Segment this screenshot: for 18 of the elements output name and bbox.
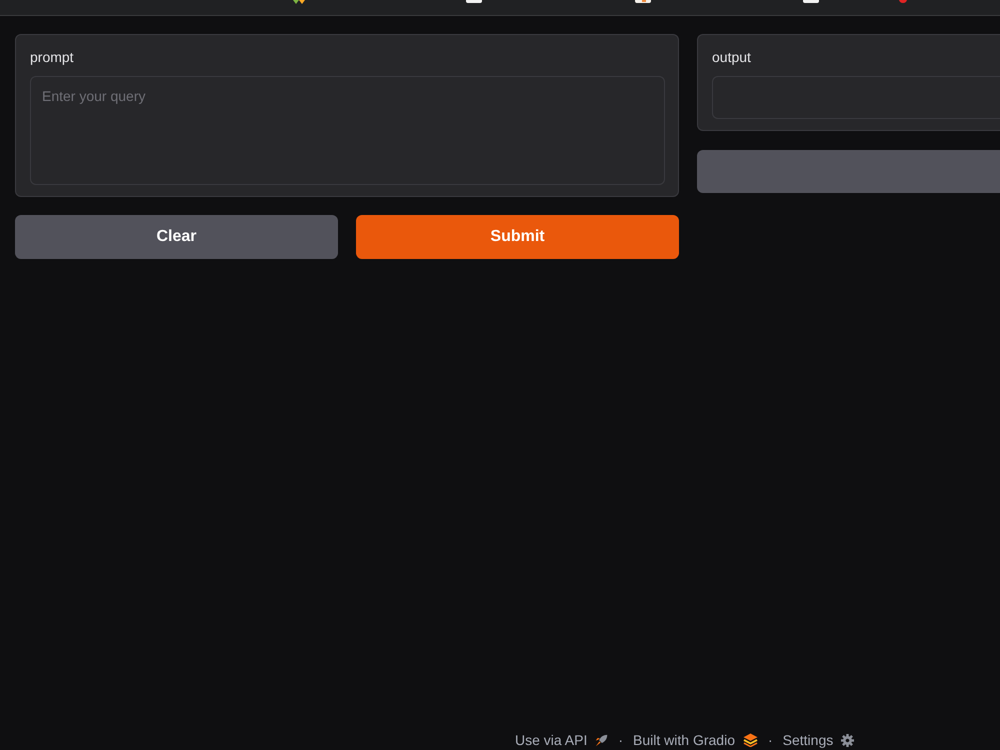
api-link[interactable]: Use via API [515,732,608,748]
field-label: prompt [30,49,74,65]
clear-button[interactable]: Clear [15,215,338,259]
toolbar-icon[interactable] [803,0,819,3]
separator-text: · [768,732,773,748]
gradio-link[interactable]: Built with Gradio [633,732,758,748]
toolbar-icon[interactable] [466,0,482,3]
settings-link[interactable]: Settings [782,732,854,748]
toolbar-icon[interactable] [899,0,907,3]
submit-button[interactable]: Submit [356,215,679,259]
separator-text: · [618,732,624,748]
layers-icon [742,733,758,747]
field-label: output [712,49,751,65]
rocket-icon [595,734,608,746]
prompt-field[interactable]: Enter your query [30,76,665,185]
toolbar-icon[interactable] [293,0,305,4]
settings-icon [841,734,854,746]
toolbar-icon[interactable] [635,0,651,3]
